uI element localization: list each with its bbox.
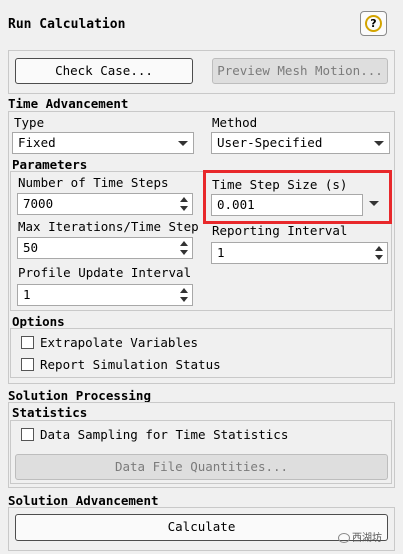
check-case-button[interactable]: Check Case...	[15, 58, 193, 84]
watermark: 西湖坊	[338, 529, 382, 544]
profile-update-interval-spinner[interactable]: 1	[17, 284, 193, 306]
type-dropdown[interactable]: Fixed	[12, 132, 194, 154]
method-dropdown[interactable]: User-Specified	[211, 132, 390, 154]
method-value: User-Specified	[217, 135, 323, 150]
spin-down-icon[interactable]	[375, 255, 383, 260]
report-simulation-status-label: Report Simulation Status	[40, 357, 221, 372]
method-label: Method	[212, 115, 258, 130]
reporting-interval-value: 1	[217, 245, 225, 260]
spin-up-icon[interactable]	[375, 246, 383, 251]
help-button[interactable]: ?	[360, 11, 387, 36]
spin-up-icon[interactable]	[180, 288, 188, 293]
parameters-header: Parameters	[12, 157, 88, 172]
solution-processing-header: Solution Processing	[8, 388, 151, 403]
type-value: Fixed	[18, 135, 56, 150]
report-simulation-status-checkbox[interactable]	[21, 358, 34, 371]
profile-update-interval-value: 1	[23, 287, 31, 302]
statistics-header: Statistics	[12, 405, 88, 420]
spin-down-icon[interactable]	[180, 206, 188, 211]
options-header: Options	[12, 314, 65, 329]
spin-down-icon[interactable]	[180, 250, 188, 255]
calculate-button[interactable]: Calculate	[15, 514, 388, 541]
max-iterations-spinner[interactable]: 50	[17, 237, 193, 259]
spin-up-icon[interactable]	[180, 197, 188, 202]
preview-mesh-motion-button[interactable]: Preview Mesh Motion...	[212, 58, 388, 84]
solution-advancement-header: Solution Advancement	[8, 493, 159, 508]
highlight-annotation	[203, 170, 392, 224]
help-icon: ?	[365, 15, 382, 32]
profile-update-interval-label: Profile Update Interval	[18, 265, 192, 280]
num-time-steps-spinner[interactable]: 7000	[17, 193, 193, 215]
reporting-interval-label: Reporting Interval	[212, 223, 348, 238]
extrapolate-variables-label: Extrapolate Variables	[40, 335, 199, 350]
chevron-down-icon	[374, 141, 384, 146]
data-sampling-label: Data Sampling for Time Statistics	[40, 427, 289, 442]
chevron-down-icon	[178, 141, 188, 146]
spin-down-icon[interactable]	[180, 297, 188, 302]
max-iterations-label: Max Iterations/Time Step	[18, 219, 199, 234]
type-label: Type	[14, 115, 45, 130]
max-iterations-value: 50	[23, 240, 39, 255]
num-time-steps-label: Number of Time Steps	[18, 175, 169, 190]
data-sampling-checkbox[interactable]	[21, 428, 34, 441]
time-advancement-header: Time Advancement	[8, 96, 129, 111]
watermark-text: 西湖坊	[352, 533, 382, 544]
spin-up-icon[interactable]	[180, 241, 188, 246]
extrapolate-variables-checkbox[interactable]	[21, 336, 34, 349]
data-file-quantities-button[interactable]: Data File Quantities...	[15, 454, 388, 480]
wechat-icon	[338, 533, 350, 543]
reporting-interval-spinner[interactable]: 1	[211, 242, 388, 264]
num-time-steps-value: 7000	[23, 196, 54, 211]
panel-title: Run Calculation	[8, 17, 126, 32]
